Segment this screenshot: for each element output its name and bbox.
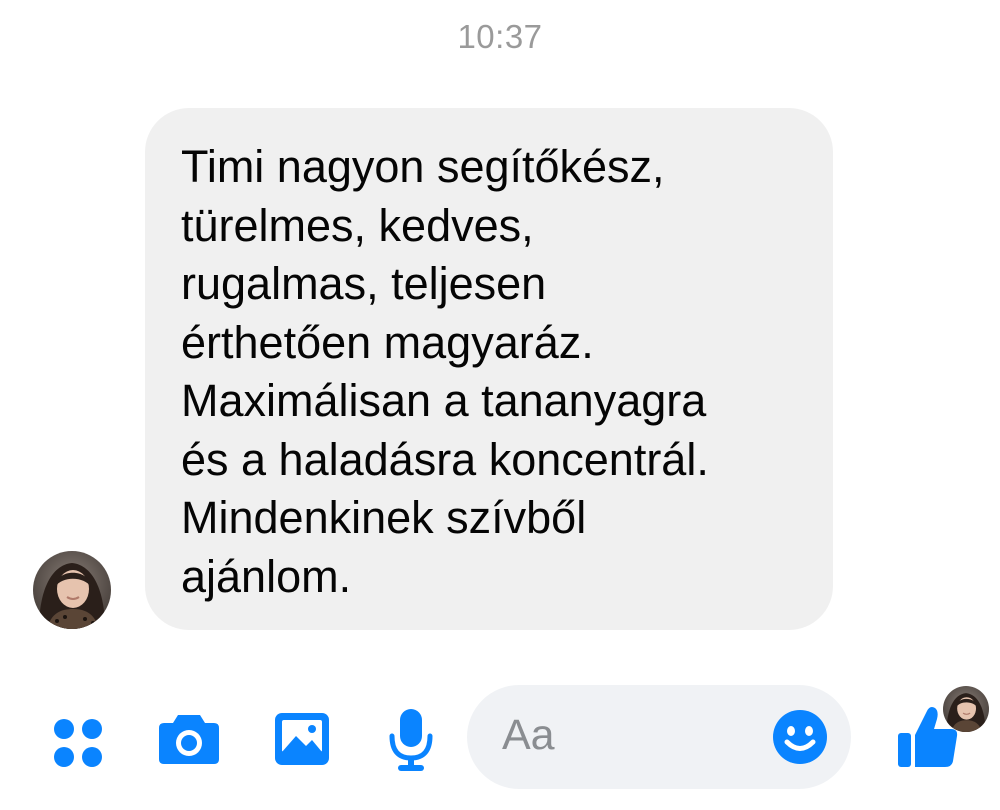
- emoji-button[interactable]: [772, 709, 828, 765]
- message-text: Timi nagyon segítőkész, türelmes, kedves…: [181, 141, 709, 602]
- microphone-button[interactable]: [384, 705, 438, 775]
- camera-icon: [159, 715, 219, 764]
- microphone-icon: [389, 709, 433, 771]
- like-button[interactable]: [893, 701, 963, 773]
- emoji-icon: [773, 710, 827, 764]
- message-input[interactable]: Aa: [467, 685, 851, 789]
- sender-avatar[interactable]: [33, 551, 111, 629]
- gallery-icon: [275, 713, 329, 765]
- message-composer: Aa: [0, 685, 1000, 789]
- message-row: Timi nagyon segítőkész, türelmes, kedves…: [0, 108, 1000, 732]
- message-bubble[interactable]: Timi nagyon segítőkész, türelmes, kedves…: [145, 108, 833, 630]
- camera-button[interactable]: [156, 709, 222, 769]
- avatar-photo-icon: [33, 551, 111, 629]
- gallery-button[interactable]: [272, 709, 332, 769]
- chat-screen: 10:37 Timi nagyon segítőkész, türelmes, …: [0, 0, 1000, 810]
- apps-button[interactable]: [48, 713, 108, 773]
- thumbs-up-icon: [898, 707, 958, 767]
- message-timestamp: 10:37: [457, 18, 543, 55]
- message-input-placeholder: Aa: [502, 711, 555, 759]
- apps-icon: [54, 719, 102, 767]
